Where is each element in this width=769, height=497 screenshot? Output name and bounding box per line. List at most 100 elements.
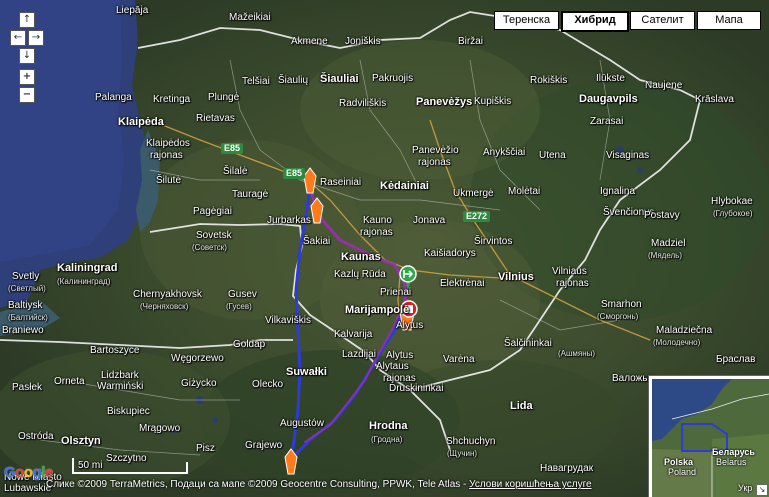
place-label: Marijampolė xyxy=(345,304,410,316)
place-label: Olecko xyxy=(252,379,284,390)
place-label: Hlybokae xyxy=(711,196,753,207)
place-label: Shchuchyn xyxy=(446,436,496,447)
place-label: Visaginas xyxy=(606,150,650,161)
place-label: Klaipėdos xyxy=(146,138,190,149)
place-label: Alytaus xyxy=(376,361,409,372)
place-label: (Мядель) xyxy=(648,251,683,260)
place-label: Hrodna xyxy=(369,420,408,432)
place-label: Rietavas xyxy=(196,113,235,124)
place-label: Baltiysk xyxy=(8,300,43,311)
place-label: Plungė xyxy=(208,92,240,103)
map-type-satellite-button[interactable]: Сателит xyxy=(630,11,695,30)
overview-label: Poland xyxy=(668,467,697,477)
place-label: Kalvarija xyxy=(334,329,373,340)
place-label: Klaipėda xyxy=(118,116,164,128)
place-label: Utena xyxy=(539,150,566,161)
place-label: Alytus xyxy=(396,320,424,331)
place-label: (Светлый) xyxy=(8,284,46,293)
pan-up-button[interactable]: ↑ xyxy=(19,12,35,28)
place-label: (Сморгонь) xyxy=(597,312,639,321)
place-label: Kėdainiai xyxy=(380,180,429,192)
place-label: rajonas xyxy=(360,227,393,238)
place-label: Krāslava xyxy=(695,94,734,105)
place-label: (Калининград) xyxy=(57,277,111,286)
place-label: Ignalina xyxy=(600,186,636,197)
map-type-hybrid-button[interactable]: Хибрид xyxy=(561,11,629,32)
place-label: Mažeikiai xyxy=(229,12,271,23)
place-label: Kazlų Rūda xyxy=(334,269,386,280)
zoom-out-button[interactable]: − xyxy=(19,87,35,103)
place-label: Elektrėnai xyxy=(440,278,485,289)
place-label: Šakiai xyxy=(303,236,331,247)
place-label: Lubawskie xyxy=(4,483,52,494)
pan-left-button[interactable]: ← xyxy=(10,30,26,46)
overview-imagery xyxy=(652,379,769,497)
place-label: Madziel xyxy=(651,238,686,249)
place-label: Daugavpils xyxy=(579,93,638,105)
place-label: Grajewo xyxy=(245,440,283,451)
map-type-terrain-button[interactable]: Теренска xyxy=(494,11,559,30)
overview-map[interactable]: Polska Poland Беларусь Belarus Укр ↘ xyxy=(648,375,769,497)
scale-label: 50 mi xyxy=(78,460,103,471)
place-label: Orneta xyxy=(54,376,85,387)
place-label: Sovetsk xyxy=(196,230,232,241)
map-canvas[interactable]: Liepāja Mažeikiai Akmene Joniškis Biržai… xyxy=(0,0,769,497)
place-label: Vilnius xyxy=(498,271,534,283)
place-label: (Советск) xyxy=(192,243,227,252)
place-label: Palanga xyxy=(95,92,132,103)
road-shield: E85 xyxy=(283,168,306,179)
collapse-overview-icon[interactable]: ↘ xyxy=(756,484,768,496)
pan-down-button[interactable]: ↓ xyxy=(19,48,35,64)
place-label: Raseiniai xyxy=(320,177,362,188)
place-label: Zarasai xyxy=(590,116,624,127)
place-label: Kretinga xyxy=(153,94,191,105)
place-label: Alytus xyxy=(386,350,414,361)
overview-label: Polska xyxy=(664,457,694,467)
map-type-map-button[interactable]: Мапа xyxy=(697,11,761,30)
place-label: (Черняховск) xyxy=(140,302,189,311)
place-label: Panevėžio xyxy=(412,145,459,156)
place-label: rajonas xyxy=(418,157,451,168)
place-label: Goldap xyxy=(233,339,266,350)
place-label: (Гродна) xyxy=(371,435,403,444)
place-label: Lazdijai xyxy=(342,349,376,360)
pan-right-button[interactable]: → xyxy=(28,30,44,46)
place-label: Mrągowo xyxy=(139,423,181,434)
place-label: (Глубокое) xyxy=(713,209,753,218)
place-label: Maladziečna xyxy=(656,325,713,336)
overview-label: Укр xyxy=(738,483,753,493)
place-label: Ukmergė xyxy=(453,188,494,199)
place-label: Šilutė xyxy=(156,175,182,186)
place-label: Kaunas xyxy=(341,251,381,263)
place-label: Kauno xyxy=(363,215,392,226)
place-label: Ostróda xyxy=(18,431,54,442)
place-label: Smarhon xyxy=(601,299,642,310)
place-label: Širvintos xyxy=(474,236,513,247)
place-label: (Балтийск) xyxy=(8,313,48,322)
place-label: (Гусев) xyxy=(226,302,252,311)
place-label: Tauragė xyxy=(232,189,269,200)
place-label: Pakruojis xyxy=(372,73,414,84)
place-label: Pagėgiai xyxy=(193,206,232,217)
place-label: Suwałki xyxy=(286,366,327,378)
place-label: (Ашмяны) xyxy=(558,349,596,358)
road-shield: E272 xyxy=(463,211,491,222)
place-label: Telšiai xyxy=(242,76,270,87)
place-label: Anykščiai xyxy=(483,147,526,158)
place-label: Šiauliai xyxy=(320,73,359,85)
place-label: Warmiński xyxy=(97,381,144,392)
place-label: Biskupiec xyxy=(107,406,150,417)
copyright-text: Слике ©2009 TerraMetrics, Подаци са мапе… xyxy=(46,479,592,490)
place-label: Joniškis xyxy=(345,36,381,47)
place-label: Prienai xyxy=(380,287,412,298)
terms-link[interactable]: Услови коришћења услуге xyxy=(469,479,591,490)
place-label: Браслав xyxy=(716,354,756,365)
overview-label: Belarus xyxy=(716,457,747,467)
scale-bar: 50 mi xyxy=(72,458,188,474)
place-label: Pasłek xyxy=(12,382,43,393)
place-label: rajonas xyxy=(556,278,589,289)
place-label: Jonava xyxy=(413,215,446,226)
place-label: (Молодечно) xyxy=(653,338,701,347)
place-label: Gusev xyxy=(228,289,257,300)
zoom-in-button[interactable]: + xyxy=(19,69,35,85)
